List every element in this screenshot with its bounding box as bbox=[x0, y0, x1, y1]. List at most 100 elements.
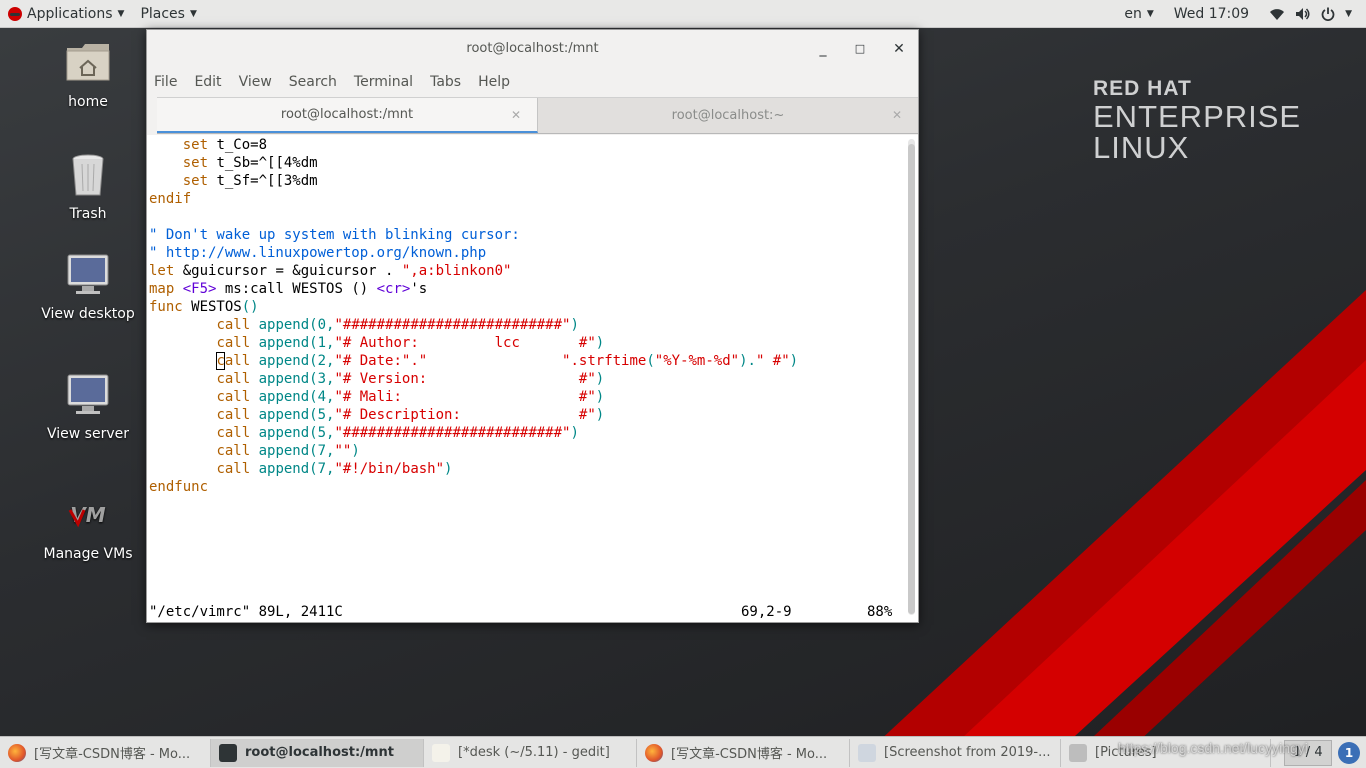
menu-help[interactable]: Help bbox=[478, 74, 510, 90]
code-token: ) bbox=[570, 317, 579, 333]
taskbar-item[interactable]: [写文章-CSDN博客 - Mo... bbox=[0, 738, 211, 767]
brand-line-1: RED HAT bbox=[1093, 77, 1192, 100]
code-token: endfunc bbox=[149, 479, 209, 495]
code-line: endfunc bbox=[149, 478, 208, 496]
code-line: " http://www.linuxpowertop.org/known.php bbox=[149, 244, 486, 262]
menu-file[interactable]: File bbox=[154, 74, 177, 90]
terminal-window: root@localhost:/mnt _ □ ✕ File Edit View… bbox=[146, 29, 919, 623]
maximize-button[interactable]: □ bbox=[849, 38, 871, 60]
chevron-down-icon: ▼ bbox=[1345, 9, 1352, 19]
code-token: call bbox=[216, 443, 251, 459]
system-status-menu[interactable]: ▼ bbox=[1261, 0, 1366, 28]
minimize-button[interactable]: _ bbox=[812, 38, 834, 60]
code-token: (7, bbox=[309, 443, 335, 459]
code-token: <cr> bbox=[376, 281, 411, 297]
code-token: call bbox=[216, 425, 251, 441]
code-token: endif bbox=[149, 191, 192, 207]
desktop-icon-manage-vms[interactable]: VM Manage VMs bbox=[33, 490, 143, 562]
code-token: (5, bbox=[309, 407, 335, 423]
code-token: "# Mali: #" bbox=[334, 389, 596, 405]
code-token: ) bbox=[595, 371, 605, 387]
tab-mnt[interactable]: root@localhost:/mnt ✕ bbox=[157, 98, 538, 133]
taskbar-item-label: [*desk (~/5.11) - gedit] bbox=[458, 745, 610, 760]
applications-menu[interactable]: Applications ▼ bbox=[0, 0, 132, 28]
desktop-icon-view-server[interactable]: View server bbox=[33, 370, 143, 442]
code-token: t_Co=8 bbox=[208, 137, 268, 153]
code-token: append bbox=[258, 317, 310, 333]
code-token: ".strftime bbox=[562, 353, 647, 369]
desktop-icon-label: View server bbox=[47, 426, 129, 442]
desktop-icon-home[interactable]: home bbox=[33, 38, 143, 110]
vm-icon: VM bbox=[68, 503, 106, 528]
notification-badge[interactable]: 1 bbox=[1338, 742, 1360, 764]
clock[interactable]: Wed 17:09 bbox=[1162, 0, 1261, 28]
desktop-icon-label: Trash bbox=[69, 206, 107, 222]
power-icon bbox=[1321, 7, 1335, 21]
code-token: map bbox=[149, 281, 175, 297]
text-cursor bbox=[216, 352, 226, 370]
terminal-screen[interactable]: set t_Co=8 set t_Sb=^[[4%dm set t_Sf=^[[… bbox=[147, 135, 918, 622]
screenshot-icon bbox=[858, 743, 876, 762]
gedit-icon bbox=[432, 743, 450, 762]
code-token: () bbox=[241, 299, 259, 315]
tab-label: root@localhost:/mnt bbox=[280, 107, 414, 122]
menu-view[interactable]: View bbox=[239, 74, 272, 90]
desktop-icon-trash[interactable]: Trash bbox=[33, 150, 143, 222]
code-token: ) bbox=[351, 443, 360, 459]
tab-label: root@localhost:~ bbox=[671, 108, 785, 123]
taskbar-item[interactable]: [写文章-CSDN博客 - Mo... bbox=[637, 738, 850, 767]
desktop-icon-label: View desktop bbox=[41, 306, 135, 322]
vertical-scrollbar[interactable] bbox=[908, 139, 915, 615]
top-panel: Applications ▼ Places ▼ en ▼ Wed 17:09 ▼ bbox=[0, 0, 1366, 28]
code-token: "" bbox=[334, 443, 352, 459]
taskbar-item-label: [写文章-CSDN博客 - Mo... bbox=[671, 747, 828, 762]
taskbar-item-label: [Screenshot from 2019-... bbox=[884, 745, 1051, 760]
monitor-icon bbox=[67, 374, 109, 414]
language-selector[interactable]: en ▼ bbox=[1116, 0, 1161, 28]
code-token: ) bbox=[789, 353, 799, 369]
home-folder-icon bbox=[66, 44, 110, 81]
code-token: " Don't wake up system with blinking cur… bbox=[149, 227, 520, 243]
places-menu[interactable]: Places ▼ bbox=[132, 0, 204, 28]
code-token: <F5> bbox=[182, 281, 217, 297]
taskbar-item[interactable]: [*desk (~/5.11) - gedit] bbox=[424, 738, 637, 767]
code-token: append bbox=[258, 335, 310, 351]
code-token: call bbox=[216, 371, 251, 387]
close-tab-icon[interactable]: ✕ bbox=[892, 108, 902, 122]
code-token: append bbox=[258, 389, 310, 405]
scrollbar-thumb[interactable] bbox=[908, 144, 915, 614]
code-token: ( bbox=[646, 353, 655, 369]
wifi-icon bbox=[1270, 9, 1285, 20]
window-titlebar[interactable]: root@localhost:/mnt _ □ ✕ bbox=[147, 30, 918, 67]
taskbar-item[interactable]: root@localhost:/mnt bbox=[211, 738, 424, 767]
desktop-icon-view-desktop[interactable]: View desktop bbox=[33, 250, 143, 322]
close-tab-icon[interactable]: ✕ bbox=[511, 108, 521, 122]
window-list: [写文章-CSDN博客 - Mo... root@localhost:/mnt [*… bbox=[0, 738, 1271, 767]
taskbar-item[interactable]: [Screenshot from 2019-... bbox=[850, 738, 1061, 767]
code-token: call bbox=[216, 317, 251, 333]
chevron-down-icon: ▼ bbox=[1146, 9, 1154, 19]
code-token: t_Sf=^[[3%dm bbox=[208, 173, 318, 189]
menu-edit[interactable]: Edit bbox=[194, 74, 221, 90]
code-token: "%Y-%m-%d" bbox=[654, 353, 740, 369]
terminal-menubar: File Edit View Search Terminal Tabs Help bbox=[147, 67, 918, 97]
menu-tabs[interactable]: Tabs bbox=[430, 74, 461, 90]
files-icon bbox=[1069, 743, 1087, 762]
menu-terminal[interactable]: Terminal bbox=[354, 74, 413, 90]
tab-home[interactable]: root@localhost:~ ✕ bbox=[538, 98, 918, 133]
menu-search[interactable]: Search bbox=[289, 74, 337, 90]
close-button[interactable]: ✕ bbox=[888, 38, 910, 60]
code-token: call bbox=[216, 389, 251, 405]
code-token: func bbox=[149, 299, 183, 315]
